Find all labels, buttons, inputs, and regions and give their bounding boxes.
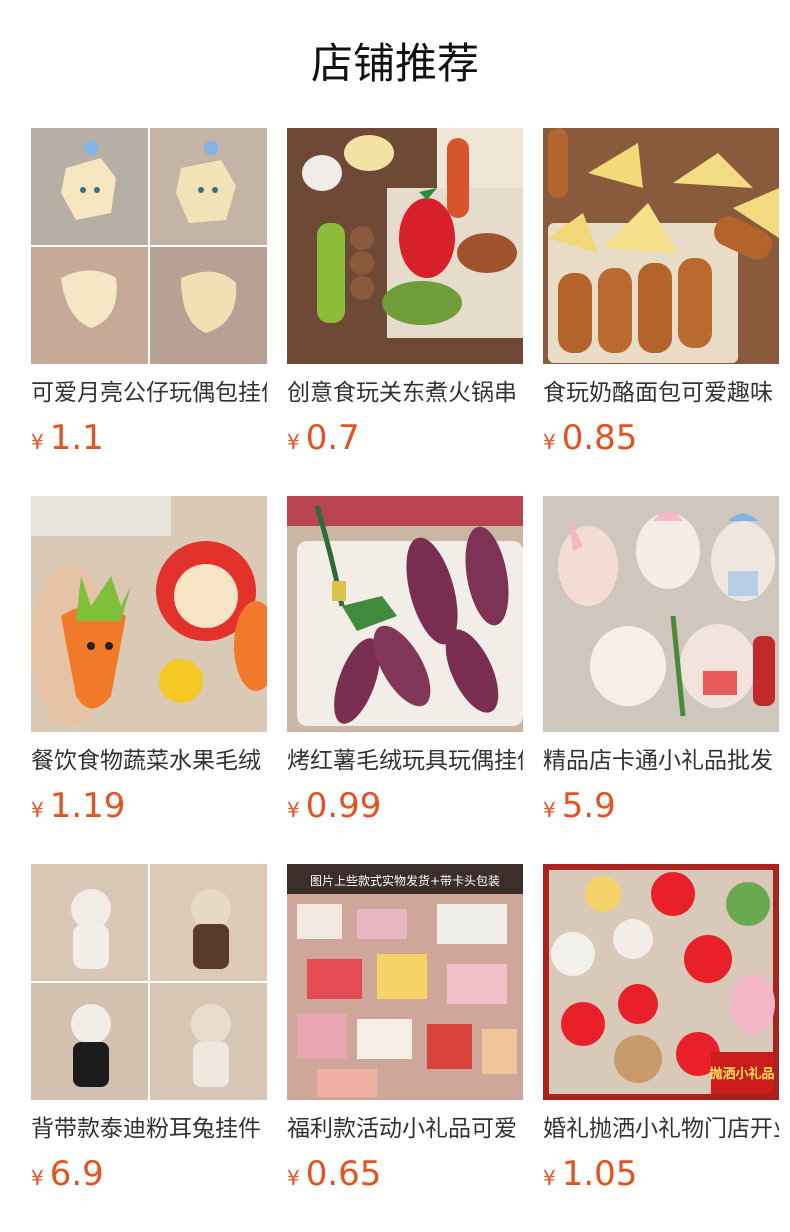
price-value: 1.19 bbox=[49, 786, 126, 826]
image-caption: 抛洒小礼品 bbox=[709, 1066, 774, 1082]
image-caption: 图片上些款式实物发货+带卡头包装 bbox=[310, 873, 500, 888]
product-card[interactable]: 抛洒小礼品 婚礼抛洒小礼物门店开业 ¥1.05 bbox=[543, 864, 779, 1232]
page-title: 店铺推荐 bbox=[310, 39, 479, 88]
price-value: 5.9 bbox=[561, 786, 616, 826]
product-image[interactable] bbox=[287, 128, 523, 364]
product-name[interactable]: 创意食玩关东煮火锅串 bbox=[287, 376, 523, 410]
product-card[interactable]: 食玩奶酪面包可爱趣味 ¥0.85 bbox=[543, 128, 779, 496]
currency-symbol: ¥ bbox=[543, 430, 556, 454]
price-value: 0.7 bbox=[305, 418, 360, 458]
price-value: 0.85 bbox=[561, 418, 638, 458]
product-card[interactable]: 餐饮食物蔬菜水果毛绒 ¥1.19 bbox=[31, 496, 267, 864]
currency-symbol: ¥ bbox=[31, 798, 44, 822]
product-name[interactable]: 福利款活动小礼品可爱 bbox=[287, 1112, 523, 1146]
product-price: ¥0.65 bbox=[287, 1154, 523, 1200]
product-card[interactable]: 精品店卡通小礼品批发 ¥5.9 bbox=[543, 496, 779, 864]
product-price: ¥6.9 bbox=[31, 1154, 267, 1200]
price-value: 0.65 bbox=[305, 1154, 382, 1194]
product-name[interactable]: 背带款泰迪粉耳兔挂件 bbox=[31, 1112, 267, 1146]
product-price: ¥1.19 bbox=[31, 786, 267, 832]
product-name[interactable]: 婚礼抛洒小礼物门店开业 bbox=[543, 1112, 779, 1146]
product-image[interactable]: 图片上些款式实物发货+带卡头包装 bbox=[287, 864, 523, 1100]
product-price: ¥0.7 bbox=[287, 418, 523, 464]
product-card[interactable]: 图片上些款式实物发货+带卡头包装 福利款活动小礼品可爱 ¥0.65 bbox=[287, 864, 523, 1232]
product-name[interactable]: 烤红薯毛绒玩具玩偶挂件 bbox=[287, 744, 523, 778]
product-card[interactable]: 背带款泰迪粉耳兔挂件 ¥6.9 bbox=[31, 864, 267, 1232]
price-value: 0.99 bbox=[305, 786, 382, 826]
currency-symbol: ¥ bbox=[287, 430, 300, 454]
product-price: ¥1.1 bbox=[31, 418, 267, 464]
product-image[interactable] bbox=[287, 496, 523, 732]
product-card[interactable]: 可爱月亮公仔玩偶包挂件 ¥1.1 bbox=[31, 128, 267, 496]
product-image[interactable] bbox=[31, 496, 267, 732]
price-value: 1.1 bbox=[49, 418, 104, 458]
currency-symbol: ¥ bbox=[31, 1166, 44, 1190]
product-price: ¥5.9 bbox=[543, 786, 779, 832]
currency-symbol: ¥ bbox=[31, 430, 44, 454]
product-name[interactable]: 可爱月亮公仔玩偶包挂件 bbox=[31, 376, 267, 410]
product-image[interactable] bbox=[31, 128, 267, 364]
product-name[interactable]: 精品店卡通小礼品批发 bbox=[543, 744, 779, 778]
currency-symbol: ¥ bbox=[287, 798, 300, 822]
currency-symbol: ¥ bbox=[543, 798, 556, 822]
product-price: ¥1.05 bbox=[543, 1154, 779, 1200]
price-value: 1.05 bbox=[561, 1154, 638, 1194]
product-card[interactable]: 创意食玩关东煮火锅串 ¥0.7 bbox=[287, 128, 523, 496]
product-image[interactable] bbox=[543, 128, 779, 364]
currency-symbol: ¥ bbox=[287, 1166, 300, 1190]
product-image[interactable]: 抛洒小礼品 bbox=[543, 864, 779, 1100]
product-image[interactable] bbox=[543, 496, 779, 732]
product-name[interactable]: 餐饮食物蔬菜水果毛绒 bbox=[31, 744, 267, 778]
product-name[interactable]: 食玩奶酪面包可爱趣味 bbox=[543, 376, 779, 410]
currency-symbol: ¥ bbox=[543, 1166, 556, 1190]
product-image[interactable] bbox=[31, 864, 267, 1100]
product-grid: 可爱月亮公仔玩偶包挂件 ¥1.1 创意食玩关东煮火锅串 ¥ 0.7 食玩奶酪面包… bbox=[31, 128, 779, 1232]
product-price: ¥0.99 bbox=[287, 786, 523, 832]
product-price: ¥0.85 bbox=[543, 418, 779, 464]
product-card[interactable]: 烤红薯毛绒玩具玩偶挂件 ¥0.99 bbox=[287, 496, 523, 864]
price-value: 6.9 bbox=[49, 1154, 104, 1194]
